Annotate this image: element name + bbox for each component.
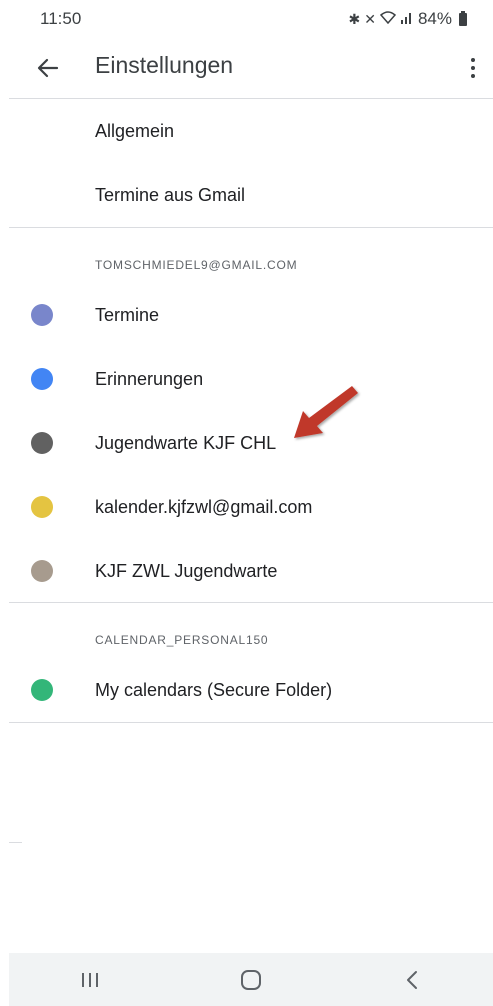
calendar-item-label: Termine xyxy=(95,304,160,325)
calendar-item-termine[interactable]: Termine xyxy=(0,283,493,347)
back-arrow-icon[interactable] xyxy=(34,54,62,82)
wifi-icon xyxy=(379,11,397,27)
calendar-item-kalender-kjfzwl[interactable]: kalender.kjfzwl@gmail.com xyxy=(0,475,493,539)
calendar-item-kjf-zwl-jugendwarte[interactable]: KJF ZWL Jugendwarte xyxy=(0,539,493,603)
app-bar: Einstellungen xyxy=(0,38,493,98)
back-nav-icon[interactable] xyxy=(382,960,442,1000)
calendar-color-dot xyxy=(31,496,53,518)
divider xyxy=(9,722,493,723)
annotation-arrow-icon xyxy=(294,386,358,438)
status-bar: 11:50 ✱ ✕ 84% xyxy=(0,0,493,38)
system-nav-bar xyxy=(9,953,493,1006)
settings-item-label: Termine aus Gmail xyxy=(95,184,246,205)
settings-item-termine-aus-gmail[interactable]: Termine aus Gmail xyxy=(0,163,493,227)
divider xyxy=(9,227,493,228)
settings-item-label: Allgemein xyxy=(95,120,175,141)
calendar-color-dot xyxy=(31,560,53,582)
account-header: CALENDAR_PERSONAL150 xyxy=(95,633,269,647)
home-icon[interactable] xyxy=(221,960,281,1000)
calendar-item-label: Jugendwarte KJF CHL xyxy=(95,432,277,453)
calendar-color-dot xyxy=(31,368,53,390)
recent-apps-icon[interactable] xyxy=(60,960,120,1000)
settings-item-allgemein[interactable]: Allgemein xyxy=(0,99,493,163)
account-header: TOMSCHMIEDEL9@GMAIL.COM xyxy=(95,258,298,272)
battery-icon xyxy=(459,10,467,26)
calendar-item-erinnerungen[interactable]: Erinnerungen xyxy=(0,347,493,411)
signal-icon xyxy=(400,11,414,27)
status-icons: ✱ ✕ 84% xyxy=(348,9,467,29)
calendar-item-label: KJF ZWL Jugendwarte xyxy=(95,560,278,581)
calendar-color-dot xyxy=(31,432,53,454)
more-vert-icon[interactable] xyxy=(463,54,483,82)
calendar-item-my-calendars-secure-folder[interactable]: My calendars (Secure Folder) xyxy=(0,658,493,722)
divider xyxy=(9,602,493,603)
calendar-item-label: Erinnerungen xyxy=(95,368,204,389)
divider xyxy=(9,842,22,843)
page-title: Einstellungen xyxy=(95,52,234,78)
status-time: 11:50 xyxy=(40,9,82,28)
mute-icon: ✕ xyxy=(364,10,376,27)
calendar-item-label: My calendars (Secure Folder) xyxy=(95,679,333,700)
calendar-color-dot xyxy=(31,679,53,701)
calendar-color-dot xyxy=(31,304,53,326)
battery-percent: 84% xyxy=(417,9,452,28)
calendar-item-jugendwarte-kjf-chl[interactable]: Jugendwarte KJF CHL xyxy=(0,411,493,475)
bluetooth-icon: ✱ xyxy=(348,10,361,27)
calendar-item-label: kalender.kjfzwl@gmail.com xyxy=(95,496,313,517)
